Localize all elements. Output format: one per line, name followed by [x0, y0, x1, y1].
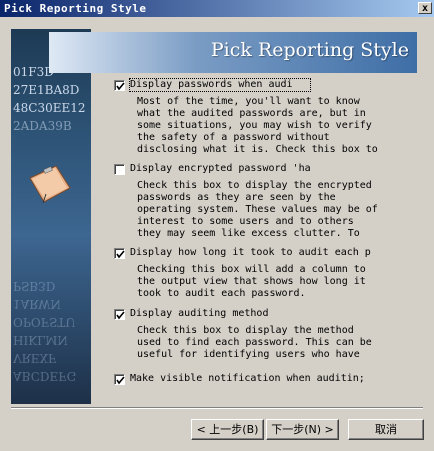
close-button[interactable]: x [418, 2, 432, 14]
checkmark-icon [116, 376, 125, 385]
option-description: Checking this box will add a column to t… [137, 264, 366, 299]
side-mirrored-line: VREXF [13, 351, 57, 365]
checkmark-icon [116, 250, 125, 259]
side-mirrored-line: OPOFSTU [13, 315, 76, 329]
window-title: Pick Reporting Style [4, 2, 147, 15]
back-button[interactable]: < 上一步(B) [191, 419, 264, 440]
footer-separator [11, 407, 423, 409]
wizard-side-image: 01F3D 27E1BA8D 48C30EE12 2ADA39B PSB3D 1… [11, 29, 91, 404]
checkbox-display-auditing-method[interactable] [114, 309, 125, 320]
checkbox-visible-notification[interactable] [114, 374, 125, 385]
option-label[interactable]: Display auditing method [130, 308, 310, 320]
close-icon: x [421, 3, 429, 14]
option-label[interactable]: Display how long it took to audit each p [130, 247, 380, 259]
side-code-line: 48C30EE12 [13, 101, 86, 115]
side-mirrored-line: HIKLMN [13, 333, 68, 347]
option-description: Check this box to display the method use… [137, 325, 372, 360]
option-description: Most of the time, you'll want to know wh… [137, 96, 378, 155]
title-bar: Pick Reporting Style x [0, 0, 434, 17]
clipboard-icon [29, 165, 71, 204]
option-label[interactable]: Make visible notification when auditin; [130, 373, 380, 385]
side-code-line: 27E1BA8D [13, 83, 80, 97]
option-description: Check this box to display the encrypted … [137, 180, 378, 239]
side-mirrored-line: ABCDEFG [13, 369, 77, 383]
side-code-line: 2ADA39B [13, 119, 72, 133]
checkmark-icon [116, 311, 125, 320]
cancel-button[interactable]: 取消 [348, 419, 424, 440]
option-label[interactable]: Display passwords when audi [129, 78, 311, 92]
side-mirrored-line: PSB3D [13, 279, 56, 293]
option-label[interactable]: Display encrypted password 'ha [130, 163, 310, 175]
side-code-line: 01F3D [13, 65, 54, 79]
page-title: Pick Reporting Style [210, 39, 409, 61]
checkbox-display-passwords[interactable] [114, 80, 125, 91]
checkmark-icon [116, 82, 125, 91]
header-banner: Pick Reporting Style [49, 32, 417, 73]
checkbox-display-encrypted[interactable] [114, 164, 125, 175]
checkbox-display-audit-time[interactable] [114, 248, 125, 259]
side-mirrored-line: 1ARWN [13, 297, 61, 311]
next-button[interactable]: 下一步(N) > [266, 419, 339, 440]
